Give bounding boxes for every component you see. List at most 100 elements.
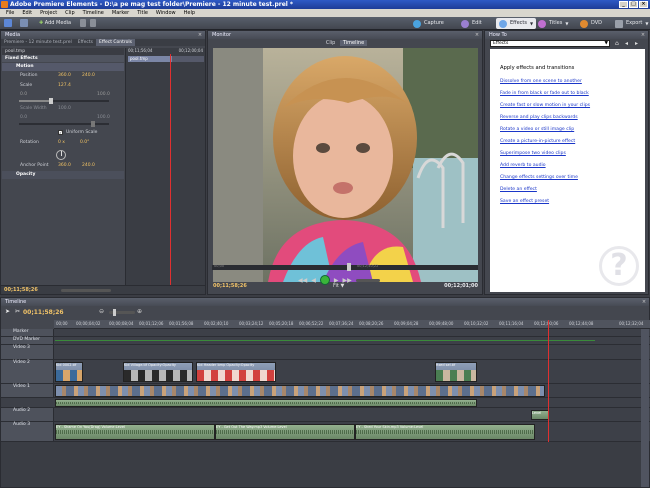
timeline-toolbar: ➤ ✂ 00;11;58;26 ⊖ ⊕ [1,306,649,320]
close-icon[interactable]: × [197,32,203,38]
audio-clip[interactable]: EY - Get Out The Way.mp3 Volume:Level [215,424,355,440]
menu-help[interactable]: Help [180,9,199,17]
tab-capture[interactable]: Capture [410,18,447,29]
effect-clip-bar[interactable]: pool.tmp [128,56,172,62]
zoom-out-icon[interactable]: ⊖ [99,308,104,315]
tab-effect-controls[interactable]: Effect Controls [96,39,136,46]
tab-project[interactable]: Premiere - 12 minute test.prel [1,39,75,46]
step-back-icon[interactable]: ◀◀ [298,277,307,284]
effect-playhead[interactable] [170,54,171,286]
monitor-panel: Monitor × Clip Timeline 00;11;58;26 Fit … [207,30,483,295]
undo-icon[interactable] [80,19,86,27]
anchor-row[interactable]: Anchor Point 360.0 240.0 [2,162,124,170]
scale-width-slider[interactable] [19,121,109,127]
video1-clips[interactable] [55,385,545,397]
scale-slider[interactable] [19,98,109,104]
menu-edit[interactable]: Edit [18,9,36,17]
howto-link[interactable]: Add reverb to audio [500,163,635,168]
home-icon[interactable]: ⌂ [615,40,619,47]
close-button[interactable]: × [639,1,648,8]
add-media-button[interactable]: ✚ Add Media [36,19,74,28]
footer-timecode[interactable]: 00;11;58;26 [4,287,38,293]
menu-marker[interactable]: Marker [108,9,133,17]
maximize-button[interactable]: □ [629,1,638,8]
scale-row[interactable]: Scale 127.4 [2,82,124,90]
dvd-icon [580,19,588,28]
tab-export[interactable]: Export ▼ [612,18,650,29]
rotation-dial[interactable] [56,150,66,160]
scale-width-row[interactable]: Scale Width 100.0 [2,105,124,113]
howto-link[interactable]: Change effects settings over time [500,175,635,180]
audio-clip[interactable] [55,399,477,407]
howto-link[interactable]: Rotate a video or still image clip [500,127,635,132]
rotation-row[interactable]: Rotation 0 x 0.0° [2,139,124,147]
window-title: Adobe Premiere Elements - D:\a pe mag te… [10,1,294,8]
timeline-timecode[interactable]: 00;11;58;26 [23,309,64,316]
monitor-scrubber[interactable]: 00;00 00;12;40;22 [212,263,478,271]
video-clip[interactable]: Kid Header bmp Opacity:Opacity [196,362,276,382]
forward-icon[interactable]: ▶ [334,277,339,284]
minimize-button[interactable]: _ [619,1,628,8]
tab-dvd[interactable]: DVD [577,18,605,29]
audio3-track: Audio 3 EY - Shame On You(Drag) Volume:L… [1,422,650,442]
menu-title[interactable]: Title [133,9,152,17]
timeline-playhead[interactable] [548,320,549,442]
close-icon[interactable]: × [641,299,647,305]
redo-icon[interactable] [90,19,96,27]
howto-link[interactable]: Dissolve from one scene to another [500,79,635,84]
forward-nav-icon[interactable]: ▸ [635,40,638,47]
howto-link[interactable]: Reverse and play clips backwards [500,115,635,120]
zoom-slider[interactable] [61,289,111,292]
select-tool-icon[interactable]: ➤ [5,308,10,315]
edit-icon [461,19,469,28]
video-preview[interactable] [213,48,478,282]
howto-link[interactable]: Fade in from black or fade out to black [500,91,635,96]
timeline-ruler[interactable]: 00;00 00;00;04;02 00;00;08;04 00;01;12;0… [54,320,650,329]
save-icon[interactable] [20,19,28,27]
rewind-icon[interactable]: ◀ [311,277,316,284]
uniform-scale-row[interactable]: ✓ Uniform Scale [2,129,124,137]
step-forward-icon[interactable]: ▶▶ [342,277,351,284]
howto-link[interactable]: Delete an effect [500,187,635,192]
tab-titles[interactable]: Titles ▼ [535,18,571,29]
close-icon[interactable]: × [474,32,480,38]
howto-link[interactable]: Create a picture-in-picture effect [500,139,635,144]
zoom-in-icon[interactable]: ⊕ [137,308,142,315]
timeline-zoom-slider[interactable] [109,309,135,316]
opacity-row[interactable]: Opacity [2,171,124,179]
uniform-scale-checkbox[interactable]: ✓ [58,130,63,135]
monitor-tab-clip[interactable]: Clip [323,40,338,46]
back-icon[interactable]: ◂ [625,40,628,47]
audio-clip[interactable]: EY - Shed Your Skin.mp3 Volume:Level [355,424,535,440]
close-icon[interactable]: × [640,32,646,38]
menu-file[interactable]: File [2,9,18,17]
effect-controls-footer: 00;11;58;26 [1,285,205,294]
timeline-scrollbar[interactable] [641,329,649,487]
video-clip[interactable]: Kid Village.tif Opacity:Opacity [123,362,193,382]
monitor-tab-timeline[interactable]: Timeline [339,40,368,46]
tab-effects-list[interactable]: Effects [75,39,96,46]
menu-window[interactable]: Window [152,9,180,17]
video-clip[interactable]: fixed sel.tif [435,362,477,382]
new-project-icon[interactable] [4,19,12,27]
motion-row[interactable]: Motion [2,63,124,71]
howto-link[interactable]: Superimpose two video clips [500,151,635,156]
transport-area: 00;00 00;12;40;22 ◀◀ ◀ ▶ ▶▶ [212,263,478,293]
audio-clip[interactable]: Level [531,410,549,420]
audio-clip[interactable]: EY - Shame On You(Drag) Volume:Level [55,424,215,440]
effect-timeline[interactable]: 00;11;56;04 00;12;00;04 pool.tmp [125,48,205,286]
menu-clip[interactable]: Clip [61,9,78,17]
razor-tool-icon[interactable]: ✂ [15,308,20,315]
video-clip[interactable]: Kid 0002.tif [55,362,83,382]
shuttle-slider[interactable] [355,278,380,282]
howto-link[interactable]: Create fast or slow motion in your clips [500,103,635,108]
menu-timeline[interactable]: Timeline [79,9,108,17]
howto-dropdown[interactable]: Effects ▼ [490,40,610,47]
timeline-panel: Timeline × ➤ ✂ 00;11;58;26 ⊖ ⊕ 00;00 00;… [0,297,650,488]
play-button[interactable] [319,275,330,285]
menu-project[interactable]: Project [36,9,61,17]
howto-link[interactable]: Save an effect preset [500,199,635,204]
tab-effects[interactable]: Effects ▼ [496,18,537,29]
position-row[interactable]: Position 360.0 240.0 [2,72,124,80]
tab-edit[interactable]: Edit [458,18,485,29]
